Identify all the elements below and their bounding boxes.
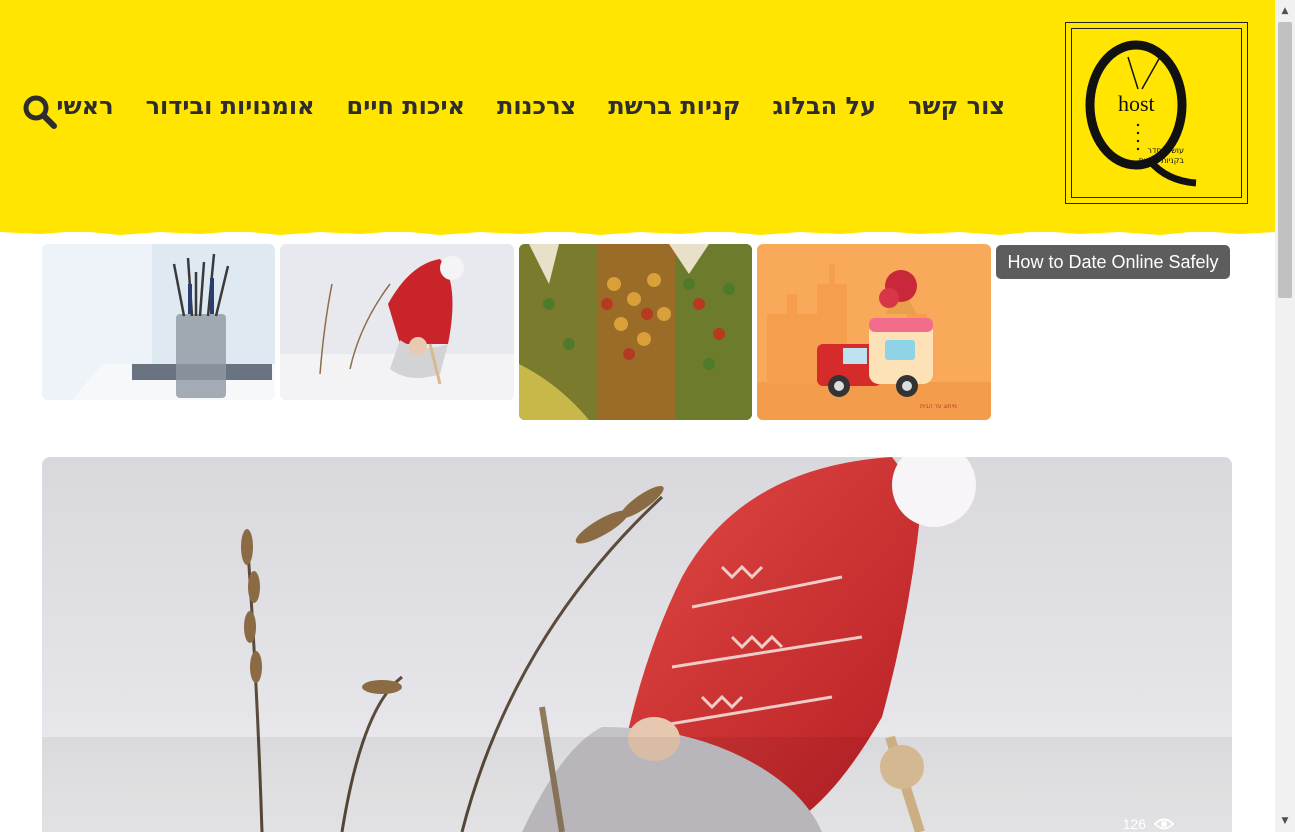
main-nav: ראשי אומנויות ובידור איכות חיים צרכנות ק… xyxy=(56,92,1005,120)
page-scrollbar[interactable]: ▲ ▼ xyxy=(1275,0,1295,832)
svg-text:host: host xyxy=(1118,91,1155,116)
scroll-down-arrow-icon[interactable]: ▼ xyxy=(1280,816,1290,826)
thumb-gnome-snow[interactable] xyxy=(280,244,514,400)
thumb-paint-brushes[interactable] xyxy=(42,244,275,400)
site-header: host עושים סדר בקניות ברשת ראשי אומנויות… xyxy=(0,0,1275,232)
eye-icon xyxy=(1154,818,1174,830)
svg-text:מיתוג עד הבית: מיתוג עד הבית xyxy=(920,403,957,410)
nav-item-quality-of-life[interactable]: איכות חיים xyxy=(347,92,465,120)
header-torn-edge xyxy=(0,222,1275,235)
logo-frame: host עושים סדר בקניות ברשת xyxy=(1071,28,1242,198)
nav-item-consumerism[interactable]: צרכנות xyxy=(497,92,576,120)
view-count: 126 xyxy=(1123,816,1174,832)
featured-post-tag[interactable]: How to Date Online Safely xyxy=(996,245,1230,279)
scroll-up-arrow-icon[interactable]: ▲ xyxy=(1280,6,1290,16)
nav-item-home[interactable]: ראשי xyxy=(56,92,113,120)
hero-featured-image[interactable]: 126 xyxy=(42,457,1232,832)
thumb-ice-cream-truck[interactable]: מיתוג עד הבית xyxy=(757,244,991,420)
nav-item-arts[interactable]: אומנויות ובידור xyxy=(146,92,315,120)
svg-text:עושים סדר: עושים סדר xyxy=(1147,146,1184,155)
svg-text:בקניות ברשת: בקניות ברשת xyxy=(1139,156,1185,165)
logo-graphic: host עושים סדר בקניות ברשת xyxy=(1085,40,1197,187)
scroll-thumb[interactable] xyxy=(1278,22,1292,298)
thumb-pasta-bags[interactable] xyxy=(519,244,752,420)
search-icon[interactable] xyxy=(22,94,62,134)
hero-photo xyxy=(42,457,1232,832)
view-count-value: 126 xyxy=(1122,816,1146,832)
nav-item-about[interactable]: על הבלוג xyxy=(773,92,876,120)
site-logo[interactable]: host עושים סדר בקניות ברשת xyxy=(1065,22,1248,204)
nav-item-online-shopping[interactable]: קניות ברשת xyxy=(608,92,740,120)
nav-item-contact[interactable]: צור קשר xyxy=(908,92,1005,120)
